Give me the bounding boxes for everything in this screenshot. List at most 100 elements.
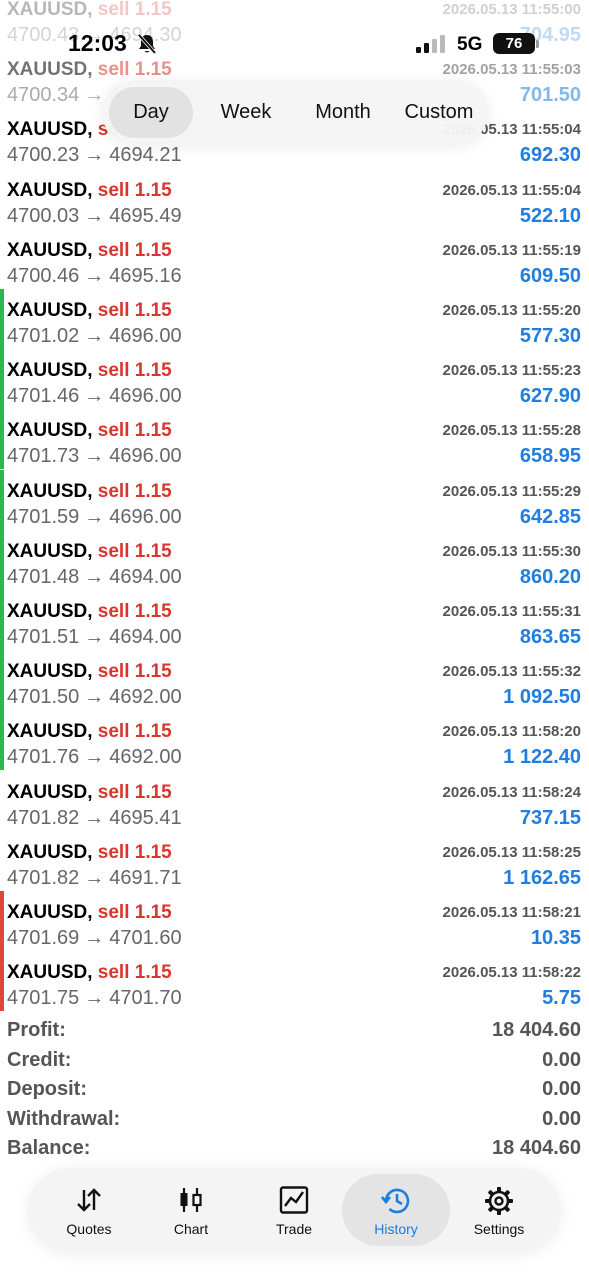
deal-close-price: 4696.00 xyxy=(109,445,182,468)
deal-profit: 5.75 xyxy=(542,987,581,1010)
deal-symbol: XAUUSD, xyxy=(7,360,93,382)
tab-quotes-label: Quotes xyxy=(66,1221,112,1237)
deal-row[interactable]: XAUUSD, sell 1.15 4701.50 → 4692.00 2026.05.… xyxy=(0,650,589,711)
deal-marker xyxy=(0,771,4,831)
deal-close-price: 4694.21 xyxy=(109,144,182,167)
deal-title: XAUUSD, sell 1.15 xyxy=(7,842,172,864)
deal-symbol: XAUUSD, xyxy=(7,601,93,622)
deal-close-price: 4696.00 xyxy=(109,505,182,528)
deal-profit: 577.30 xyxy=(519,325,581,347)
deal-profit: 1 092.50 xyxy=(503,686,581,709)
arrow-right-icon: → xyxy=(84,264,105,287)
arrow-right-icon: → xyxy=(84,325,105,347)
tab-settings[interactable]: Settings xyxy=(445,1174,553,1246)
deal-prices: 4701.46 → 4696.00 xyxy=(7,385,182,408)
deal-side: sell 1.15 xyxy=(97,721,172,743)
deal-row[interactable]: XAUUSD, sell 1.15 4701.75 → 4701.70 2026.05.… xyxy=(0,951,589,1012)
deal-row[interactable]: XAUUSD, sell 1.15 4701.59 → 4696.00 2026.05.… xyxy=(0,469,589,530)
deal-open-price: 4700.46 xyxy=(7,264,80,287)
summary-label: Withdrawal: xyxy=(7,1107,121,1130)
arrow-right-icon: → xyxy=(84,927,105,949)
deal-row[interactable]: XAUUSD, sell 1.15 4701.51 → 4694.00 2026.05.… xyxy=(0,590,589,650)
tab-chart-label: Chart xyxy=(173,1221,209,1237)
deal-date: 2026.05.13 11:55:23 xyxy=(442,362,581,380)
deal-date: 2026.05.13 11:58:22 xyxy=(442,964,581,982)
deal-close-price: 4695.49 xyxy=(109,204,182,227)
deal-profit: 642.85 xyxy=(519,505,581,528)
deal-row[interactable]: XAUUSD, sell 1.15 4701.76 → 4692.00 2026.05.… xyxy=(0,710,589,771)
summary-label: Profit: xyxy=(7,1019,66,1041)
deal-open-price: 4701.75 xyxy=(7,987,80,1010)
deal-date: 2026.05.13 11:55:04 xyxy=(442,181,581,199)
tab-history[interactable]: History xyxy=(342,1174,450,1246)
tab-trade[interactable]: Trade xyxy=(240,1174,348,1246)
deal-marker xyxy=(0,529,4,590)
deal-marker xyxy=(0,108,4,168)
deal-symbol: XAUUSD, xyxy=(7,781,93,803)
deal-profit: 701.50 xyxy=(519,84,581,107)
deal-marker xyxy=(0,169,4,229)
deal-open-price: 4700.03 xyxy=(7,204,80,227)
deal-row[interactable]: XAUUSD, sell 1.15 4701.46 → 4696.00 2026.05.… xyxy=(0,349,589,410)
deal-open-price: 4701.73 xyxy=(7,445,80,468)
deal-profit: 658.95 xyxy=(519,445,581,468)
deal-row[interactable]: XAUUSD, sell 1.15 4701.02 → 4696.00 2026.05.… xyxy=(0,289,589,349)
deal-profit: 609.50 xyxy=(519,264,581,287)
summary-value: 0.00 xyxy=(542,1107,581,1130)
period-custom[interactable]: Custom xyxy=(394,87,484,138)
period-selector: Day Week Month Custom xyxy=(102,80,488,145)
chart-icon xyxy=(180,1188,202,1212)
period-day[interactable]: Day xyxy=(109,87,193,138)
deal-marker xyxy=(0,289,4,349)
deal-prices: 4701.59 → 4696.00 xyxy=(7,506,182,529)
battery-icon: 76 xyxy=(493,33,535,54)
deal-row[interactable]: XAUUSD, sell 1.15 4701.73 → 4696.00 2026.05.… xyxy=(0,409,589,470)
deal-profit: 692.30 xyxy=(519,144,581,167)
deal-open-price: 4700.34 xyxy=(7,84,80,107)
signal-icon xyxy=(416,35,446,53)
arrow-right-icon: → xyxy=(84,866,105,889)
deal-row[interactable]: XAUUSD, sell 1.15 4701.82 → 4695.41 2026.05.… xyxy=(0,771,589,831)
deal-profit: 737.15 xyxy=(519,806,581,829)
deal-profit: 863.65 xyxy=(519,626,581,648)
arrow-right-icon: → xyxy=(84,565,105,588)
deal-row[interactable]: XAUUSD, sell 1.15 4701.48 → 4694.00 2026.05.… xyxy=(0,529,589,590)
tab-trade-label: Trade xyxy=(275,1221,313,1237)
period-month[interactable]: Month xyxy=(298,87,388,138)
deal-date: 2026.05.13 11:55:28 xyxy=(442,422,581,440)
bottom-tab-bar: Quotes Chart Trade History Settings xyxy=(28,1168,561,1252)
deal-marker xyxy=(0,710,4,771)
arrow-right-icon: → xyxy=(84,84,105,107)
bell-muted-icon xyxy=(137,33,157,55)
deal-row[interactable]: XAUUSD, sell 1.15 4700.46 → 4695.16 2026.05.… xyxy=(0,229,589,289)
tab-quotes[interactable]: Quotes xyxy=(35,1174,143,1246)
summary-row: Deposit: 0.00 xyxy=(0,1074,589,1104)
deal-title: XAUUSD, sell 1.15 xyxy=(7,59,172,81)
tab-history-label: History xyxy=(374,1221,418,1237)
deal-row[interactable]: XAUUSD, sell 1.15 4700.03 → 4695.49 2026.05.… xyxy=(0,169,589,229)
deal-side: sell 1.15 xyxy=(97,902,172,923)
deal-symbol: XAUUSD, xyxy=(7,721,93,743)
arrow-right-icon: → xyxy=(84,204,105,227)
quotes-icon xyxy=(77,1188,101,1212)
summary-value: 0.00 xyxy=(542,1078,581,1101)
deal-close-price: 4692.00 xyxy=(109,746,182,769)
deal-title: XAUUSD, sell 1.15 xyxy=(7,541,172,563)
tab-chart[interactable]: Chart xyxy=(137,1174,245,1246)
arrow-right-icon: → xyxy=(84,686,105,709)
deal-prices: 4701.82 → 4691.71 xyxy=(7,867,182,890)
deal-close-price: 4701.70 xyxy=(109,987,182,1010)
deal-side: sell 1.15 xyxy=(97,179,172,201)
deal-symbol: XAUUSD, xyxy=(7,480,93,502)
deal-open-price: 4701.02 xyxy=(7,325,80,347)
period-week[interactable]: Week xyxy=(200,87,292,138)
deal-symbol: XAUUSD, xyxy=(7,300,93,321)
deal-row[interactable]: XAUUSD, sell 1.15 4701.69 → 4701.60 2026.05.… xyxy=(0,891,589,951)
deal-prices: 4700.23 → 4694.21 xyxy=(7,144,182,167)
deal-title: XAUUSD, sell 1.15 xyxy=(7,420,172,442)
deal-profit: 522.10 xyxy=(519,204,581,227)
deal-date: 2026.05.13 11:58:20 xyxy=(442,723,581,741)
battery-tip xyxy=(536,40,539,48)
deal-side: sell 1.15 xyxy=(97,59,172,81)
deal-row[interactable]: XAUUSD, sell 1.15 4701.82 → 4691.71 2026.05.… xyxy=(0,831,589,891)
